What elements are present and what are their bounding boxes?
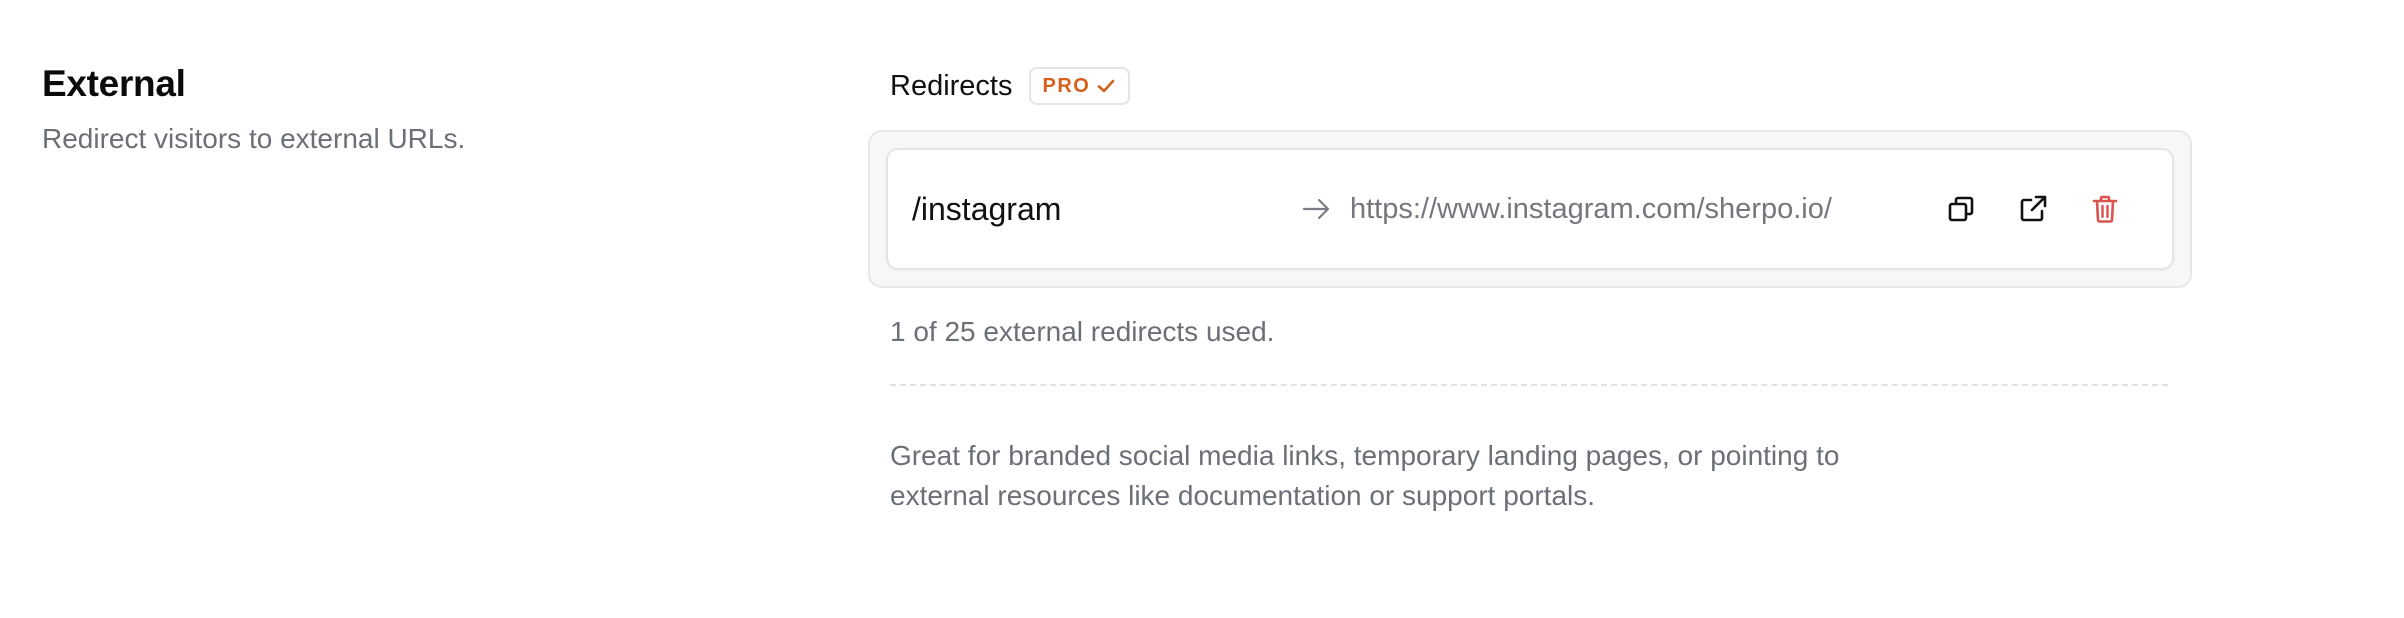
redirect-url: https://www.instagram.com/sherpo.io/	[1350, 192, 1832, 225]
pro-badge-label: PRO	[1042, 74, 1091, 97]
arrow-right-icon	[1302, 197, 1350, 221]
section-header: External Redirect visitors to external U…	[42, 60, 802, 158]
check-icon	[1096, 76, 1116, 96]
redirects-label-row: Redirects PRO	[868, 66, 2192, 106]
divider	[890, 384, 2168, 386]
redirects-list: /instagram https://www.instagram.com/she…	[868, 130, 2192, 288]
redirect-usage-count: 1 of 25 external redirects used.	[890, 316, 1275, 347]
external-link-icon[interactable]	[2016, 192, 2050, 226]
redirects-label: Redirects	[890, 69, 1013, 102]
trash-icon[interactable]	[2088, 192, 2122, 226]
section-title: External	[42, 63, 186, 104]
redirect-item: /instagram https://www.instagram.com/she…	[886, 148, 2174, 270]
copy-icon[interactable]	[1944, 192, 1978, 226]
section-description: Redirect visitors to external URLs.	[42, 123, 466, 154]
redirect-actions	[1944, 192, 2148, 226]
pro-badge: PRO	[1028, 67, 1131, 105]
redirects-panel: Redirects PRO /instagram https://www.ins…	[868, 66, 2192, 516]
redirect-path: /instagram	[912, 190, 1062, 227]
redirects-info-text: Great for branded social media links, te…	[890, 440, 1840, 511]
